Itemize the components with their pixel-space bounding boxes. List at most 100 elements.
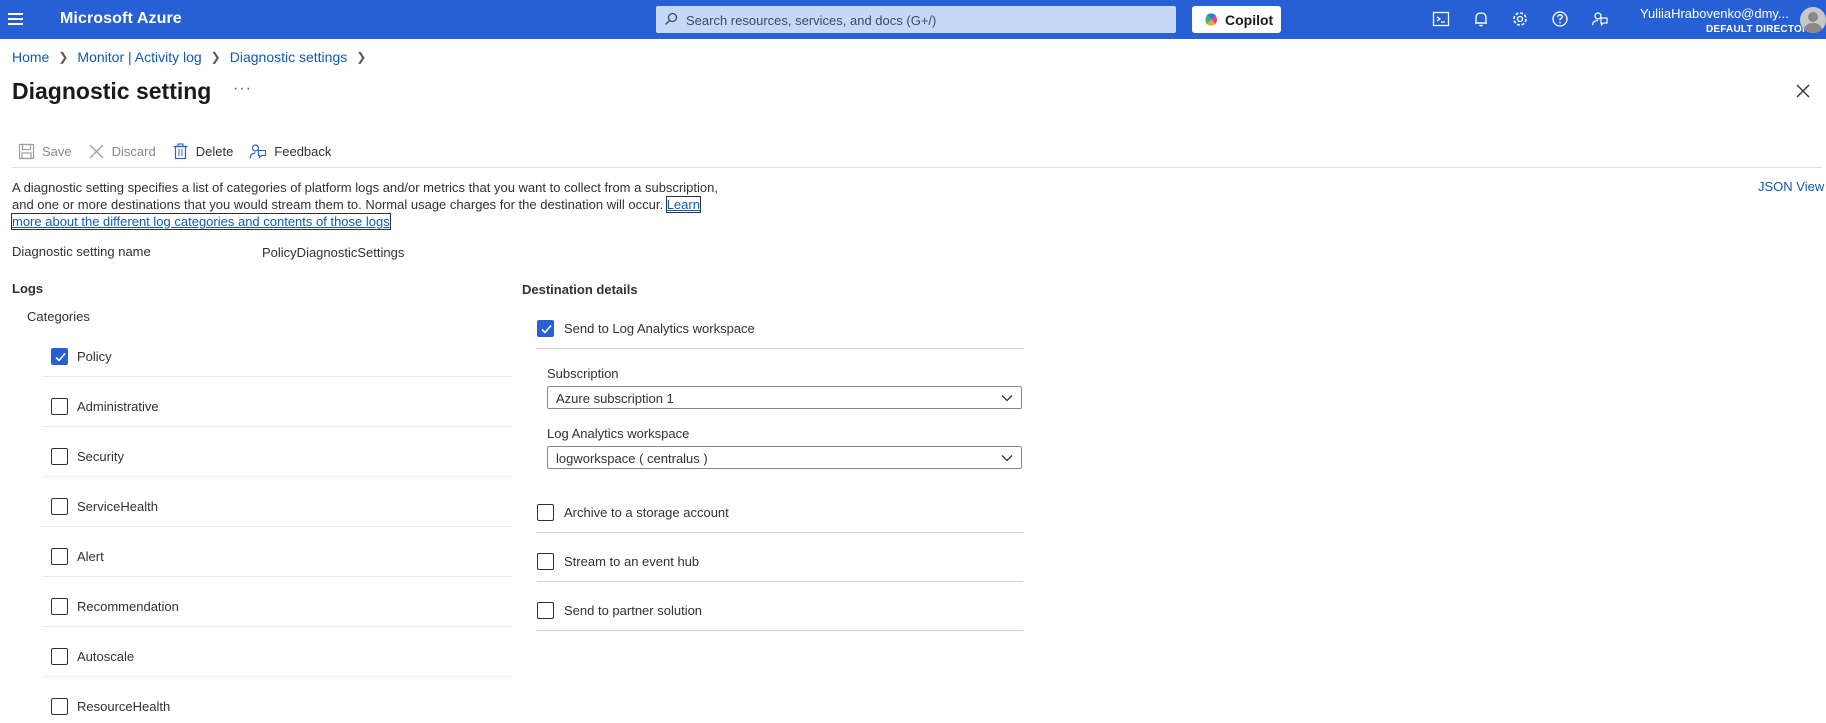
checkbox-storage[interactable] bbox=[537, 504, 554, 521]
partner-label: Send to partner solution bbox=[564, 603, 703, 618]
row-divider bbox=[42, 626, 512, 627]
category-label: ServiceHealth bbox=[77, 499, 158, 514]
discard-label: Discard bbox=[111, 143, 156, 159]
checkbox-recommendation[interactable] bbox=[51, 598, 68, 615]
category-resourcehealth[interactable]: ResourceHealth bbox=[42, 688, 512, 723]
subscription-dropdown[interactable]: Azure subscription 1 bbox=[547, 386, 1022, 409]
user-name[interactable]: YuliiaHrabovenko@dmy... bbox=[1640, 6, 1810, 21]
checkbox-servicehealth[interactable] bbox=[51, 498, 68, 515]
json-view-link[interactable]: JSON View bbox=[1758, 179, 1824, 194]
more-options-button[interactable]: ··· bbox=[233, 80, 252, 98]
categories-heading: Categories bbox=[27, 309, 90, 324]
destination-divider bbox=[537, 532, 1023, 533]
category-label: Policy bbox=[77, 349, 112, 364]
category-label: Security bbox=[77, 449, 124, 464]
discard-icon bbox=[89, 144, 104, 158]
destination-divider bbox=[537, 348, 1023, 349]
workspace-value: logworkspace ( centralus ) bbox=[556, 451, 708, 466]
category-recommendation[interactable]: Recommendation bbox=[42, 588, 512, 638]
top-bar: Microsoft Azure Search resources, servic… bbox=[0, 0, 1826, 39]
delete-label: Delete bbox=[195, 143, 234, 159]
discard-button[interactable]: Discard bbox=[88, 143, 156, 160]
feedback-icon[interactable] bbox=[1590, 9, 1610, 29]
checkbox-administrative[interactable] bbox=[51, 398, 68, 415]
cloud-shell-icon[interactable] bbox=[1431, 9, 1451, 29]
save-button[interactable]: Save bbox=[18, 143, 72, 160]
row-divider bbox=[42, 576, 512, 577]
copilot-button[interactable]: Copilot bbox=[1192, 6, 1281, 33]
destination-heading: Destination details bbox=[522, 282, 638, 297]
description-text: A diagnostic setting specifies a list of… bbox=[12, 180, 718, 212]
checkbox-security[interactable] bbox=[51, 448, 68, 465]
row-divider bbox=[42, 476, 512, 477]
checkmark-icon bbox=[55, 352, 66, 362]
page-title: Diagnostic setting bbox=[12, 78, 212, 104]
chevron-right-icon: ❯ bbox=[356, 50, 367, 64]
category-label: Alert bbox=[77, 549, 104, 564]
log-analytics-label: Send to Log Analytics workspace bbox=[564, 321, 755, 336]
category-label: ResourceHealth bbox=[77, 699, 171, 714]
breadcrumb-diagnostic-settings[interactable]: Diagnostic settings bbox=[230, 49, 348, 65]
close-icon[interactable] bbox=[1796, 84, 1810, 98]
avatar[interactable] bbox=[1800, 7, 1826, 33]
feedback-button[interactable]: Feedback bbox=[249, 143, 331, 160]
category-security[interactable]: Security bbox=[42, 438, 512, 488]
hamburger-menu-icon[interactable] bbox=[8, 10, 26, 28]
toolbar-divider bbox=[12, 167, 1822, 168]
bell-icon[interactable] bbox=[1471, 9, 1491, 29]
category-label: Administrative bbox=[77, 399, 159, 414]
user-directory: DEFAULT DIRECTORY bbox=[1706, 24, 1816, 35]
save-icon bbox=[18, 143, 35, 159]
checkbox-resourcehealth[interactable] bbox=[51, 698, 68, 715]
category-autoscale[interactable]: Autoscale bbox=[42, 638, 512, 688]
breadcrumb-home[interactable]: Home bbox=[12, 49, 49, 65]
checkbox-event-hub[interactable] bbox=[537, 553, 554, 570]
subscription-value: Azure subscription 1 bbox=[556, 391, 674, 406]
checkbox-partner[interactable] bbox=[537, 602, 554, 619]
trash-icon bbox=[173, 142, 188, 159]
chevron-down-icon bbox=[1001, 455, 1013, 462]
event-hub-label: Stream to an event hub bbox=[564, 554, 700, 569]
checkbox-alert[interactable] bbox=[51, 548, 68, 565]
delete-button[interactable]: Delete bbox=[172, 142, 234, 160]
gear-icon[interactable] bbox=[1510, 9, 1530, 29]
category-policy[interactable]: Policy bbox=[42, 338, 512, 388]
category-administrative[interactable]: Administrative bbox=[42, 388, 512, 438]
subscription-label: Subscription bbox=[547, 366, 619, 381]
category-servicehealth[interactable]: ServiceHealth bbox=[42, 488, 512, 538]
destination-log-analytics[interactable]: Send to Log Analytics workspace bbox=[537, 320, 1023, 340]
save-label: Save bbox=[42, 143, 72, 159]
search-placeholder: Search resources, services, and docs (G+… bbox=[686, 13, 937, 28]
destination-divider bbox=[537, 630, 1023, 631]
breadcrumb-activity-log[interactable]: Monitor | Activity log bbox=[77, 49, 201, 65]
category-alert[interactable]: Alert bbox=[42, 538, 512, 588]
description: A diagnostic setting specifies a list of… bbox=[11, 179, 722, 230]
row-divider bbox=[42, 526, 512, 527]
avatar-silhouette-icon bbox=[1803, 12, 1823, 33]
destination-storage[interactable]: Archive to a storage account bbox=[537, 504, 1023, 524]
chevron-right-icon: ❯ bbox=[58, 50, 69, 64]
copilot-icon bbox=[1205, 13, 1218, 26]
category-label: Autoscale bbox=[77, 649, 135, 664]
feedback-person-icon bbox=[249, 143, 267, 159]
checkbox-autoscale[interactable] bbox=[51, 648, 68, 665]
setting-name-label: Diagnostic setting name bbox=[12, 244, 151, 259]
category-label: Recommendation bbox=[77, 599, 179, 614]
destination-partner[interactable]: Send to partner solution bbox=[537, 602, 1023, 622]
brand-name[interactable]: Microsoft Azure bbox=[60, 10, 182, 28]
row-divider bbox=[42, 426, 512, 427]
destination-event-hub[interactable]: Stream to an event hub bbox=[537, 553, 1023, 573]
workspace-label: Log Analytics workspace bbox=[547, 426, 690, 441]
row-divider bbox=[42, 376, 512, 377]
chevron-down-icon bbox=[1001, 395, 1013, 402]
chevron-right-icon: ❯ bbox=[210, 50, 221, 64]
help-icon[interactable] bbox=[1550, 9, 1570, 29]
checkbox-policy[interactable] bbox=[51, 348, 68, 365]
setting-name-value: PolicyDiagnosticSettings bbox=[262, 245, 405, 260]
workspace-dropdown[interactable]: logworkspace ( centralus ) bbox=[547, 446, 1022, 469]
feedback-label: Feedback bbox=[274, 143, 332, 159]
checkbox-log-analytics[interactable] bbox=[537, 320, 554, 337]
search-input[interactable]: Search resources, services, and docs (G+… bbox=[656, 6, 1176, 33]
command-bar: Save Discard Delete Feedback bbox=[18, 140, 347, 162]
logs-heading: Logs bbox=[12, 281, 44, 296]
